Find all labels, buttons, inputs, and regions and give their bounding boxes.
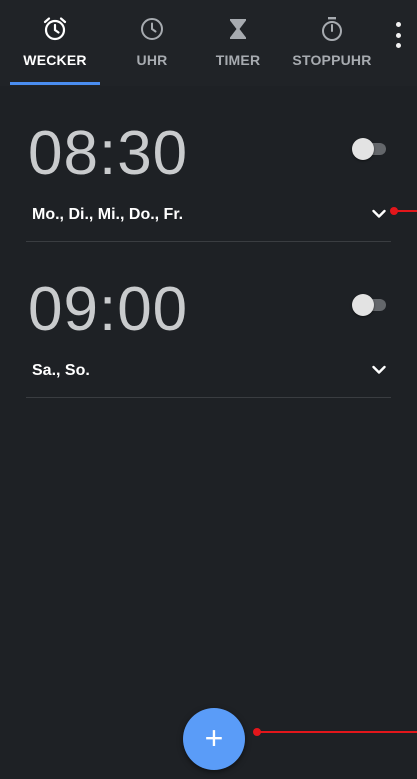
add-alarm-button[interactable]: + bbox=[183, 708, 245, 770]
clock-icon bbox=[139, 16, 165, 42]
chevron-down-icon[interactable] bbox=[371, 206, 387, 222]
alarm-toggle[interactable] bbox=[352, 294, 390, 316]
chevron-down-icon[interactable] bbox=[371, 362, 387, 378]
alarm-item[interactable]: 09:00 Sa., So. bbox=[0, 246, 417, 402]
alarm-clock-icon bbox=[42, 16, 68, 42]
tab-timer[interactable]: TIMER bbox=[198, 0, 278, 86]
alarm-toggle[interactable] bbox=[352, 138, 390, 160]
alarm-days: Mo., Di., Mi., Do., Fr. bbox=[32, 206, 184, 223]
hourglass-icon bbox=[225, 16, 251, 42]
tab-bar: WECKER UHR TIMER STOPPUHR bbox=[0, 0, 417, 86]
alarm-time[interactable]: 09:00 bbox=[28, 274, 188, 345]
alarm-item[interactable]: 08:30 Mo., Di., Mi., Do., Fr. bbox=[0, 90, 417, 246]
annotation-line bbox=[396, 210, 417, 212]
stopwatch-icon bbox=[319, 16, 345, 42]
tab-wecker[interactable]: WECKER bbox=[10, 0, 100, 86]
tab-uhr[interactable]: UHR bbox=[112, 0, 192, 86]
tab-stoppuhr[interactable]: STOPPUHR bbox=[284, 0, 380, 86]
divider bbox=[26, 397, 391, 398]
divider bbox=[26, 241, 391, 242]
alarm-time[interactable]: 08:30 bbox=[28, 118, 188, 189]
tab-label: UHR bbox=[136, 52, 168, 68]
tab-label: TIMER bbox=[215, 52, 261, 68]
tab-label: WECKER bbox=[23, 52, 87, 68]
alarm-days: Sa., So. bbox=[32, 362, 90, 379]
active-tab-indicator bbox=[10, 82, 100, 85]
add-icon: + bbox=[204, 719, 224, 756]
annotation-line bbox=[259, 731, 417, 733]
tab-label: STOPPUHR bbox=[292, 52, 372, 68]
more-vert-icon[interactable] bbox=[387, 22, 409, 48]
